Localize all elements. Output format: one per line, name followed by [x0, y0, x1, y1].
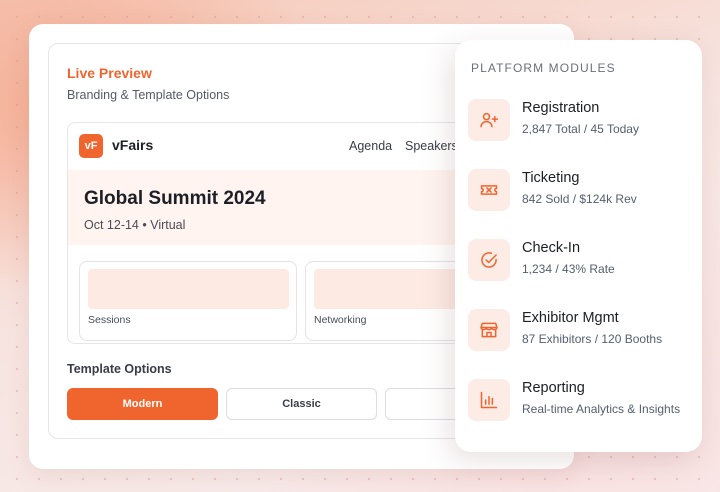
module-exhibitor-mgmt[interactable]: Exhibitor Mgmt 87 Exhibitors / 120 Booth…	[468, 309, 702, 351]
preview-title: Live Preview	[67, 65, 152, 81]
check-circle-icon	[468, 239, 510, 281]
event-title: Global Summit 2024	[84, 188, 266, 209]
module-stat: 2,847 Total / 45 Today	[522, 122, 639, 136]
modules-heading: PLATFORM MODULES	[471, 61, 616, 75]
module-title: Reporting	[522, 380, 585, 396]
template-classic-button[interactable]: Classic	[226, 388, 377, 420]
preview-subtitle: Branding & Template Options	[67, 88, 230, 102]
template-options-heading: Template Options	[67, 362, 172, 376]
user-plus-icon	[468, 99, 510, 141]
site-preview-frame: vF vFairs Agenda Speakers Global Summit …	[67, 122, 467, 344]
brand-name: vFairs	[112, 137, 154, 153]
module-check-in[interactable]: Check-In 1,234 / 43% Rate	[468, 239, 702, 281]
bar-chart-icon	[468, 379, 510, 421]
feature-card-thumbnail	[314, 269, 467, 309]
ticket-icon	[468, 169, 510, 211]
module-title: Registration	[522, 100, 600, 116]
module-reporting[interactable]: Reporting Real-time Analytics & Insights	[468, 379, 702, 421]
feature-card-label: Sessions	[88, 314, 131, 326]
site-navbar: vF vFairs Agenda Speakers	[68, 123, 467, 169]
feature-card-label: Networking	[314, 314, 367, 326]
module-title: Exhibitor Mgmt	[522, 310, 619, 326]
module-stat: 842 Sold / $124k Rev	[522, 192, 637, 206]
module-registration[interactable]: Registration 2,847 Total / 45 Today	[468, 99, 702, 141]
module-title: Ticketing	[522, 170, 580, 186]
brand-logo: vF	[79, 134, 103, 158]
live-preview-panel: Live Preview Branding & Template Options…	[48, 43, 468, 439]
template-modern-button[interactable]: Modern	[67, 388, 218, 420]
platform-modules-card: PLATFORM MODULES Registration 2,847 Tota…	[455, 40, 702, 452]
feature-card-networking[interactable]: Networking	[305, 261, 467, 341]
nav-link-speakers[interactable]: Speakers	[405, 139, 458, 153]
hero-banner: Global Summit 2024 Oct 12-14 • Virtual	[68, 170, 467, 245]
module-ticketing[interactable]: Ticketing 842 Sold / $124k Rev	[468, 169, 702, 211]
nav-link-agenda[interactable]: Agenda	[349, 139, 392, 153]
module-title: Check-In	[522, 240, 581, 256]
store-icon	[468, 309, 510, 351]
feature-card-sessions[interactable]: Sessions	[79, 261, 297, 341]
feature-card-thumbnail	[88, 269, 289, 309]
module-stat: 87 Exhibitors / 120 Booths	[522, 332, 663, 346]
module-stat: 1,234 / 43% Rate	[522, 262, 615, 276]
module-stat: Real-time Analytics & Insights	[522, 402, 681, 416]
event-meta: Oct 12-14 • Virtual	[84, 218, 186, 232]
